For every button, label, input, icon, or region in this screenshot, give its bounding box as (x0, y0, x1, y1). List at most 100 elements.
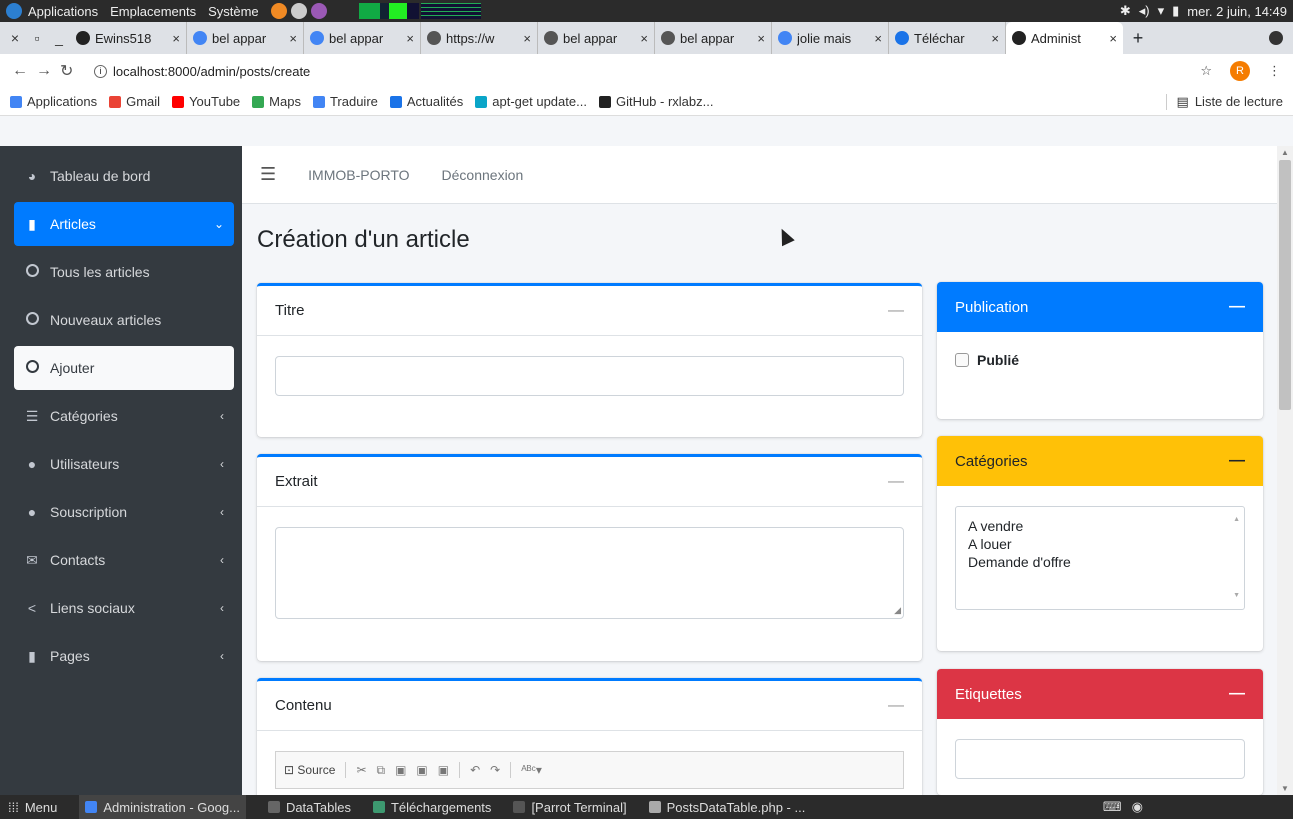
taskbar-window-button[interactable]: PostsDataTable.php - ... (648, 795, 805, 819)
hamburger-menu-icon[interactable]: ☰ (260, 164, 276, 185)
paste-text-icon[interactable]: ▣ (416, 763, 427, 777)
profile-avatar[interactable]: R (1230, 61, 1250, 81)
window-maximize-icon[interactable]: ▫ (26, 30, 48, 46)
browser-tab[interactable]: bel appar × (538, 22, 655, 54)
sidebar-item-liens-sociaux[interactable]: < Liens sociaux ‹ (14, 586, 234, 630)
reading-list-button[interactable]: ▤ Liste de lecture (1165, 93, 1283, 110)
taskbar-window-button[interactable]: Administration - Goog... (79, 795, 246, 819)
url-text[interactable]: localhost:8000/admin/posts/create (113, 64, 310, 79)
extrait-collapse-icon[interactable]: — (888, 473, 904, 491)
sidebar-item-ajouter[interactable]: Ajouter (14, 346, 234, 390)
bookmark-item[interactable]: Applications (10, 94, 97, 109)
redo-icon[interactable]: ↷ (490, 763, 500, 777)
sidebar-item-tous-les-articles[interactable]: Tous les articles (14, 250, 234, 294)
address-bar[interactable]: i localhost:8000/admin/posts/create (94, 64, 310, 79)
paste-word-icon[interactable]: ▣ (438, 763, 449, 777)
window-close-icon[interactable]: × (4, 30, 26, 46)
os-clock[interactable]: mer. 2 juin, 14:49 (1187, 4, 1287, 19)
os-menu-applications[interactable]: Applications (28, 4, 98, 19)
bookmark-item[interactable]: Traduire (312, 94, 378, 109)
browser-menu-icon[interactable]: ⋮ (1268, 63, 1281, 79)
paste-icon[interactable]: ▣ (395, 763, 406, 777)
tab-close-icon[interactable]: × (289, 31, 297, 46)
scroll-down-arrow-icon[interactable]: ▼ (1281, 784, 1289, 793)
bluetooth-icon[interactable]: ✱ (1120, 3, 1131, 19)
taskbar-window-button[interactable]: [Parrot Terminal] (513, 795, 627, 819)
notes-launcher-icon[interactable] (310, 3, 327, 19)
sidebar-item-utilisateurs[interactable]: ● Utilisateurs ‹ (14, 442, 234, 486)
scrollbar-thumb[interactable] (1279, 160, 1291, 410)
tab-close-icon[interactable]: × (640, 31, 648, 46)
publie-checkbox-row[interactable]: Publié (955, 352, 1245, 368)
terminal-launcher-icon[interactable] (290, 3, 307, 19)
wifi-icon[interactable]: ▾ (1158, 3, 1165, 19)
logout-link[interactable]: Déconnexion (442, 167, 524, 183)
browser-tab[interactable]: Téléchar × (889, 22, 1006, 54)
category-option[interactable]: A vendre (968, 517, 1232, 535)
contenu-collapse-icon[interactable]: — (888, 697, 904, 715)
taskbar-window-button[interactable]: Téléchargements (372, 795, 491, 819)
tab-close-icon[interactable]: × (874, 31, 882, 46)
os-menu-emplacements[interactable]: Emplacements (110, 4, 196, 19)
etiquettes-collapse-icon[interactable]: — (1229, 685, 1245, 703)
select-scroll-down-icon[interactable]: ▼ (1233, 587, 1240, 605)
new-tab-button[interactable]: + (1123, 28, 1153, 49)
os-menu-systeme[interactable]: Système (208, 4, 259, 19)
browser-tab[interactable]: https://w × (421, 22, 538, 54)
tab-close-icon[interactable]: × (991, 31, 999, 46)
browser-tab[interactable]: bel appar × (655, 22, 772, 54)
bookmark-item[interactable]: Gmail (109, 94, 160, 109)
bookmark-star-icon[interactable]: ☆ (1200, 63, 1212, 79)
brand-link[interactable]: IMMOB-PORTO (308, 167, 409, 183)
bookmark-item[interactable]: Actualités (389, 94, 463, 109)
battery-icon[interactable]: ▮ (1172, 3, 1179, 19)
volume-icon[interactable]: ◂) (1139, 3, 1150, 19)
tab-close-icon[interactable]: × (1109, 31, 1117, 46)
sidebar-item-cat-gories[interactable]: ☰ Catégories ‹ (14, 394, 234, 438)
bookmark-item[interactable]: YouTube (172, 94, 240, 109)
category-option[interactable]: A louer (968, 535, 1232, 553)
sidebar-item-nouveaux-articles[interactable]: Nouveaux articles (14, 298, 234, 342)
publication-collapse-icon[interactable]: — (1229, 298, 1245, 316)
sidebar-item-pages[interactable]: ▮ Pages ‹ (14, 634, 234, 678)
site-info-icon[interactable]: i (94, 64, 107, 78)
spellcheck-icon[interactable]: ᴬᴮᶜ▾ (521, 763, 542, 777)
tab-close-icon[interactable]: × (757, 31, 765, 46)
taskbar-window-button[interactable]: DataTables (267, 795, 351, 819)
category-option[interactable]: Demande d'offre (968, 553, 1232, 571)
publie-label[interactable]: Publié (977, 352, 1019, 368)
categories-multiselect[interactable]: A vendre A louer Demande d'offre ▲ ▼ (955, 506, 1245, 610)
browser-tab[interactable]: bel appar × (304, 22, 421, 54)
bookmark-item[interactable]: apt-get update... (475, 94, 587, 109)
copy-icon[interactable]: ⧉ (377, 763, 386, 778)
sidebar-item-contacts[interactable]: ✉ Contacts ‹ (14, 538, 234, 582)
etiquettes-input[interactable] (955, 739, 1245, 779)
reload-icon[interactable]: ↻ (60, 61, 84, 81)
browser-tab[interactable]: bel appar × (187, 22, 304, 54)
parrot-os-logo-icon[interactable] (6, 3, 22, 19)
extrait-textarea[interactable]: ◢ (275, 527, 904, 619)
tab-search-icon[interactable] (1269, 31, 1283, 45)
browser-tab[interactable]: Administ × (1006, 22, 1123, 54)
source-button[interactable]: ⊡ Source (284, 763, 335, 777)
browser-tab[interactable]: Ewins518 × (70, 22, 187, 54)
scroll-up-arrow-icon[interactable]: ▲ (1281, 148, 1289, 157)
select-scroll-up-icon[interactable]: ▲ (1233, 511, 1240, 529)
cut-icon[interactable]: ✂ (356, 763, 366, 777)
keyboard-layout-icon[interactable]: ⌨ (1103, 799, 1122, 815)
chrome-tray-icon[interactable]: ◉ (1132, 799, 1143, 815)
sidebar-item-souscription[interactable]: ● Souscription ‹ (14, 490, 234, 534)
titre-input[interactable] (275, 356, 904, 396)
page-scrollbar[interactable]: ▲ ▼ (1277, 146, 1293, 795)
resize-grip-icon[interactable]: ◢ (894, 605, 901, 616)
window-minimize-icon[interactable]: _ (48, 30, 70, 46)
firefox-launcher-icon[interactable] (270, 3, 287, 19)
categories-collapse-icon[interactable]: — (1229, 452, 1245, 470)
titre-collapse-icon[interactable]: — (888, 302, 904, 320)
sidebar-item-articles[interactable]: ▮ Articles ⌄ (14, 202, 234, 246)
back-arrow-icon[interactable]: ← (12, 62, 36, 80)
taskbar-menu-button[interactable]: ⁞⁞⁞ Menu (8, 800, 57, 815)
tab-close-icon[interactable]: × (523, 31, 531, 46)
publie-checkbox[interactable] (955, 353, 969, 367)
tab-close-icon[interactable]: × (406, 31, 414, 46)
